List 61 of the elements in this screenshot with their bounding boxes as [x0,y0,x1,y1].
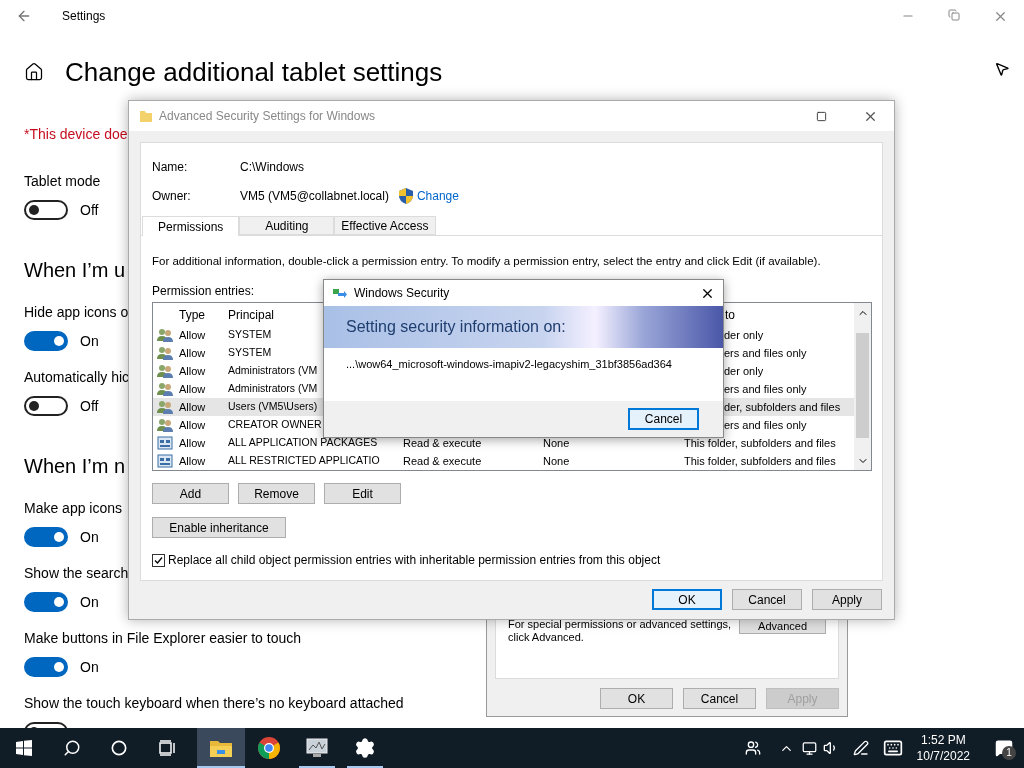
notification-badge: 1 [1002,746,1016,760]
section-label: Permission entries: [152,283,255,301]
time-text: 1:52 PM [920,732,966,748]
table-cell-text: None [543,436,571,451]
table-cell-text: Allow [179,418,207,433]
toggle-state: On [80,527,99,547]
field-label: Name: [152,158,189,176]
table-cell: This folder, subfolders and files [684,455,836,467]
table-cell-text: Allow [179,328,207,343]
table-cell: der only [724,365,764,377]
table-cell-text: Allow [179,436,207,451]
table-cell: ers and files only [724,383,807,395]
table-cell: der, subfolders and files [724,401,841,413]
path-text: ...\wow64_microsoft-windows-imapiv2-legacyshim_31bf3856ad364 [346,358,673,371]
window-title: Settings [62,8,106,25]
table-cell: ers and files only [724,347,807,359]
table-cell-text: SYSTEM [228,327,272,343]
banner-text: Setting security information on: [346,317,566,337]
table-cell-text: Allow [179,364,207,379]
toggle-state: On [80,657,99,677]
table-cell-text: None [543,454,571,469]
toggle-state: On [80,331,99,351]
table-cell-text: Allow [179,382,207,397]
table-cell-text: Administrators (VM [228,363,318,379]
info-text: For additional information, double-click a permission entry. To modify a permission entry, select the entry and click Edit (if available). [152,254,821,269]
table-cell-text: Read & execute [403,454,483,469]
section-heading: When I’m u [24,258,126,283]
toggle-state: On [80,592,99,612]
dialog-title: Windows Security [354,285,450,302]
table-cell-text: Administrators (VM [228,381,318,397]
section-heading: When I’m n [24,454,126,479]
table-cell-text: SYSTEM [228,345,272,361]
page-title: Change additional tablet settings [65,56,443,88]
table-cell-text: Allow [179,400,207,415]
table-cell-text: Read & execute [403,436,483,451]
note-text: For special permissions or advanced settings, click Advanced. [508,618,733,644]
table-cell-text: CREATOR OWNER [228,417,322,433]
window-title: Advanced Security Settings for Windows [159,108,376,125]
table-cell: der only [724,329,764,341]
setting-label: Make app icons [24,499,123,518]
field-value: C:\Windows [240,158,304,176]
table-cell-text: Allow [179,346,207,361]
toggle-state: Off [80,200,99,220]
table-cell: ers and files only [724,419,807,431]
table-cell-text: Allow [179,454,207,469]
toggle-state: Off [80,396,99,416]
table-cell-text: ALL RESTRICTED APPLICATIO [228,453,380,469]
table-cell-text: ALL APPLICATION PACKAGES [228,435,378,451]
setting-label: Automatically hic [24,368,130,387]
setting-label: Show the touch keyboard when there’s no keyboard attached [24,694,404,713]
setting-label: Tablet mode [24,172,101,191]
field-value: VM5 (VM5@collabnet.local) [240,187,389,205]
setting-label: Make buttons in File Explorer easier to touch [24,629,302,648]
warning-text: *This device doe [24,125,128,143]
setting-label: Show the search [24,564,129,583]
date-text: 10/7/2022 [916,748,970,764]
setting-label: Hide app icons o [24,303,129,322]
table-cell: This folder, subfolders and files [684,437,836,449]
table-cell-text: Users (VM5\Users) [228,399,318,415]
checkbox-label: Replace all child object permission entries with inheritable permission entries from this object [168,552,661,570]
field-label: Owner: [152,187,192,205]
